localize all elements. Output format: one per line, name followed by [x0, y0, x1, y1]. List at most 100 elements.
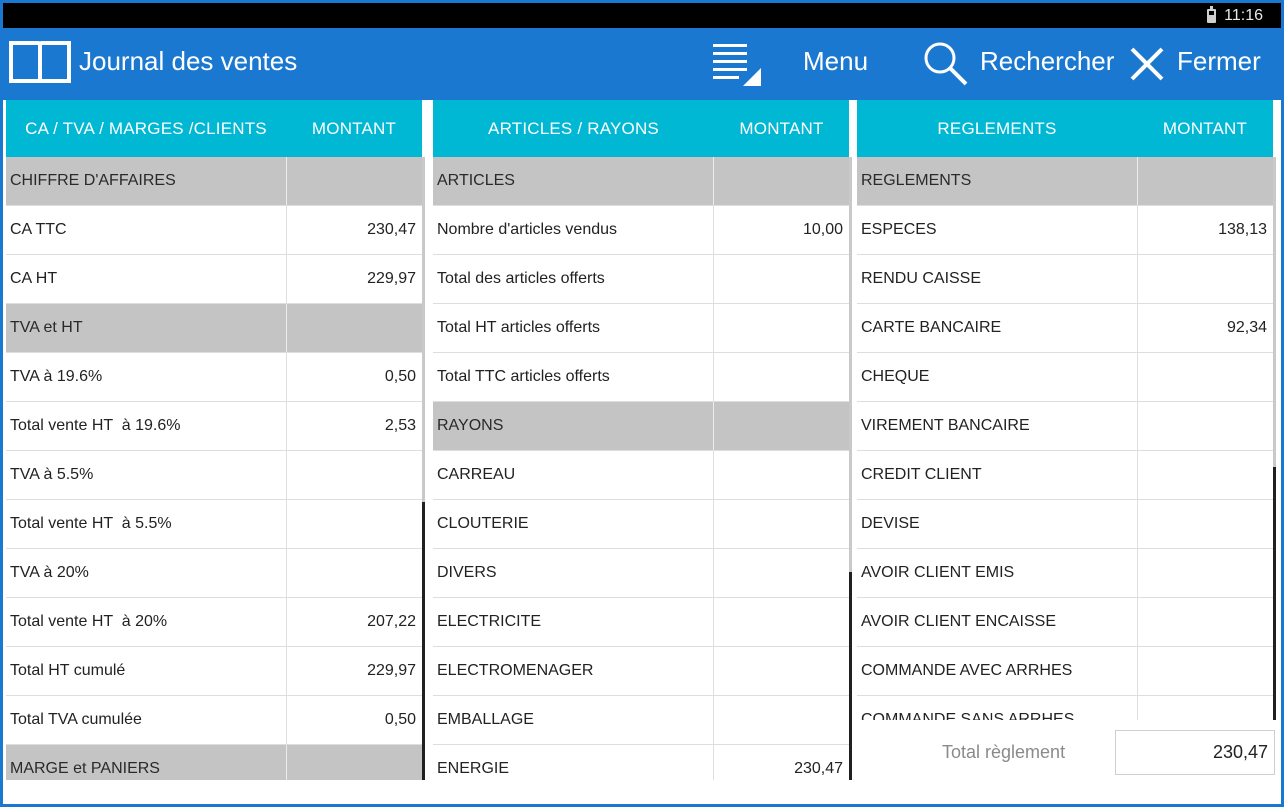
reglements-scrollbar[interactable] — [1273, 157, 1276, 467]
table-row[interactable]: Total vente HT à 19.6% 2,53 — [6, 402, 422, 451]
total-reglement-footer: Total règlement 230,47 — [856, 720, 1280, 780]
close-button[interactable]: Fermer — [1177, 46, 1261, 77]
ca-scrollbar-thumb[interactable] — [422, 502, 425, 780]
row-amount: 2,53 — [384, 417, 416, 434]
table-row[interactable]: ESPECES 138,13 — [857, 206, 1273, 255]
table-row[interactable]: Total vente HT à 20% 207,22 — [6, 598, 422, 647]
table-row[interactable]: Total HT articles offerts — [433, 304, 849, 353]
row-amount — [1138, 647, 1273, 695]
table-row[interactable]: Nombre d'articles vendus 10,00 — [433, 206, 849, 255]
row-amount — [714, 696, 849, 744]
articles-scrollbar-thumb[interactable] — [849, 572, 852, 780]
section-row[interactable]: REGLEMENTS — [857, 157, 1273, 206]
row-label: CHIFFRE D'AFFAIRES — [6, 157, 287, 205]
row-amount — [287, 304, 422, 352]
battery-icon — [1207, 5, 1217, 23]
row-amount — [1138, 598, 1273, 646]
reglements-panel-header: REGLEMENTS MONTANT — [857, 100, 1273, 157]
table-row[interactable]: DEVISE — [857, 500, 1273, 549]
row-label: COMMANDE SANS ARRHES — [857, 696, 1138, 720]
reglements-rows: REGLEMENTS ESPECES 138,13 RENDU CAISSE CARTE… — [857, 157, 1273, 720]
table-row[interactable]: COMMANDE AVEC ARRHES — [857, 647, 1273, 696]
row-amount — [287, 157, 422, 205]
row-amount — [714, 157, 849, 205]
table-row[interactable]: CREDIT CLIENT — [857, 451, 1273, 500]
table-row[interactable]: CARREAU — [433, 451, 849, 500]
table-row[interactable]: ENERGIE 230,47 — [433, 745, 849, 780]
ca-header-label: CA / TVA / MARGES /CLIENTS — [25, 118, 267, 138]
section-row[interactable]: ARTICLES — [433, 157, 849, 206]
reglements-scrollbar-thumb[interactable] — [1273, 467, 1276, 720]
table-row[interactable]: CA TTC 230,47 — [6, 206, 422, 255]
row-amount — [1138, 451, 1273, 499]
table-row[interactable]: AVOIR CLIENT EMIS — [857, 549, 1273, 598]
table-row[interactable]: TVA à 5.5% — [6, 451, 422, 500]
table-row[interactable]: Total HT cumulé 229,97 — [6, 647, 422, 696]
row-label: TVA à 19.6% — [6, 353, 287, 401]
row-amount — [1138, 353, 1273, 401]
row-amount — [714, 500, 849, 548]
close-icon[interactable] — [1129, 46, 1165, 82]
table-row[interactable]: CA HT 229,97 — [6, 255, 422, 304]
table-row[interactable]: DIVERS — [433, 549, 849, 598]
table-row[interactable]: ELECTRICITE — [433, 598, 849, 647]
book-icon — [9, 41, 71, 84]
row-amount — [287, 549, 422, 597]
row-amount — [287, 745, 422, 780]
table-row[interactable]: Total TTC articles offerts — [433, 353, 849, 402]
table-row[interactable]: ELECTROMENAGER — [433, 647, 849, 696]
row-amount — [1138, 500, 1273, 548]
row-amount — [714, 451, 849, 499]
search-icon[interactable] — [922, 40, 968, 86]
table-row[interactable]: EMBALLAGE — [433, 696, 849, 745]
ca-rows: CHIFFRE D'AFFAIRES CA TTC 230,47 CA HT 229,9… — [6, 157, 422, 780]
articles-panel-header: ARTICLES / RAYONS MONTANT — [433, 100, 849, 157]
row-amount: 229,97 — [367, 662, 416, 679]
menu-button[interactable]: Menu — [803, 46, 868, 77]
row-label: CLOUTERIE — [433, 500, 714, 548]
status-time: 11:16 — [1224, 6, 1263, 24]
row-label: Total HT articles offerts — [433, 304, 714, 352]
articles-scrollbar[interactable] — [849, 157, 852, 572]
row-amount: 0,50 — [384, 368, 416, 385]
total-reglement-label: Total règlement — [942, 742, 1066, 762]
row-amount: 229,97 — [367, 270, 416, 287]
ca-scrollbar[interactable] — [422, 157, 425, 502]
articles-header-amount: MONTANT — [739, 118, 824, 138]
menu-icon[interactable] — [709, 40, 761, 88]
row-amount — [287, 500, 422, 548]
table-row[interactable]: TVA à 20% — [6, 549, 422, 598]
table-row[interactable]: Total vente HT à 5.5% — [6, 500, 422, 549]
section-row[interactable]: RAYONS — [433, 402, 849, 451]
row-label: CARTE BANCAIRE — [857, 304, 1138, 352]
row-label: TVA à 20% — [6, 549, 287, 597]
row-amount — [714, 598, 849, 646]
section-row[interactable]: TVA et HT — [6, 304, 422, 353]
row-amount — [287, 451, 422, 499]
row-label: AVOIR CLIENT EMIS — [857, 549, 1138, 597]
table-row[interactable]: COMMANDE SANS ARRHES — [857, 696, 1273, 720]
table-row[interactable]: TVA à 19.6% 0,50 — [6, 353, 422, 402]
table-row[interactable]: CLOUTERIE — [433, 500, 849, 549]
row-label: ELECTRICITE — [433, 598, 714, 646]
articles-rows: ARTICLES Nombre d'articles vendus 10,00 Tot… — [433, 157, 849, 780]
row-label: ELECTROMENAGER — [433, 647, 714, 695]
table-row[interactable]: CHEQUE — [857, 353, 1273, 402]
table-row[interactable]: Total des articles offerts — [433, 255, 849, 304]
row-amount — [1138, 549, 1273, 597]
table-row[interactable]: VIREMENT BANCAIRE — [857, 402, 1273, 451]
section-row[interactable]: MARGE et PANIERS — [6, 745, 422, 780]
table-row[interactable]: AVOIR CLIENT ENCAISSE — [857, 598, 1273, 647]
row-label: Total TVA cumulée — [6, 696, 287, 744]
table-row[interactable]: Total TVA cumulée 0,50 — [6, 696, 422, 745]
search-button[interactable]: Rechercher — [980, 46, 1114, 77]
row-label: CREDIT CLIENT — [857, 451, 1138, 499]
section-row[interactable]: CHIFFRE D'AFFAIRES — [6, 157, 422, 206]
row-label: EMBALLAGE — [433, 696, 714, 744]
table-row[interactable]: RENDU CAISSE — [857, 255, 1273, 304]
row-label: ARTICLES — [433, 157, 714, 205]
table-row[interactable]: CARTE BANCAIRE 92,34 — [857, 304, 1273, 353]
row-amount — [714, 304, 849, 352]
row-label: Total des articles offerts — [433, 255, 714, 303]
row-label: COMMANDE AVEC ARRHES — [857, 647, 1138, 695]
